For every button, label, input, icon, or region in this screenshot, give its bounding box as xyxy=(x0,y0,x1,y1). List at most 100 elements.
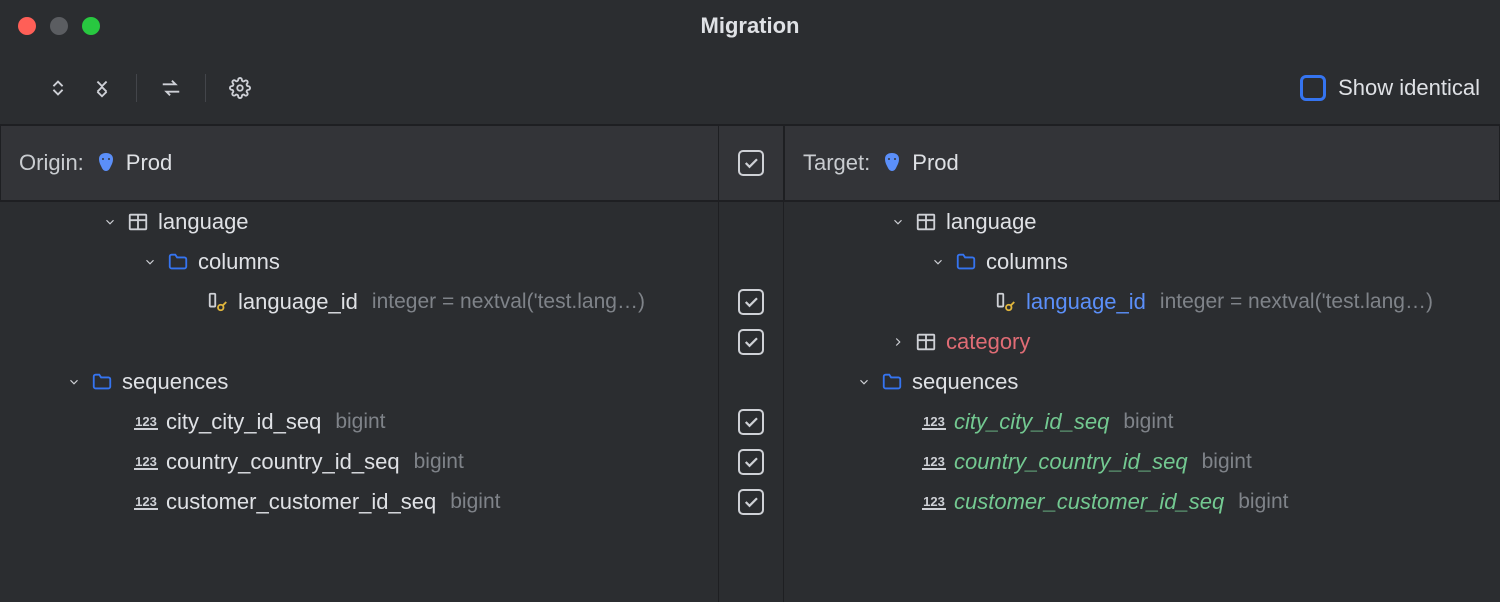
sequence-type: bigint xyxy=(1238,490,1288,514)
tree-row-sequence[interactable]: 123 country_country_id_seq bigint xyxy=(784,442,1500,482)
sequence-name: customer_customer_id_seq xyxy=(954,489,1224,515)
window-minimize-button[interactable] xyxy=(50,17,68,35)
toolbar-left xyxy=(44,74,254,102)
tree-row-folder[interactable]: columns xyxy=(784,242,1500,282)
sequence-type: bigint xyxy=(1123,410,1173,434)
tree-row-sequence[interactable]: 123 city_city_id_seq bigint xyxy=(0,402,718,442)
pane-headers: Origin: Prod Target: Prod xyxy=(0,124,1500,202)
row-checkbox[interactable] xyxy=(738,449,764,475)
show-identical-toggle[interactable]: Show identical xyxy=(1300,75,1480,101)
origin-name: Prod xyxy=(126,150,172,176)
tree-row-sequence[interactable]: 123 customer_customer_id_seq bigint xyxy=(784,482,1500,522)
traffic-lights xyxy=(18,17,100,35)
sequence-name: customer_customer_id_seq xyxy=(166,489,436,515)
column-type: integer = nextval('test.lang…) xyxy=(372,290,645,314)
chevron-down-icon[interactable] xyxy=(928,255,948,269)
table-name: category xyxy=(946,329,1030,355)
tree-row-folder[interactable]: columns xyxy=(0,242,718,282)
show-identical-label: Show identical xyxy=(1338,75,1480,101)
table-icon xyxy=(914,211,938,233)
titlebar: Migration xyxy=(0,0,1500,52)
folder-name: columns xyxy=(198,249,280,275)
tree-row-folder[interactable]: sequences xyxy=(0,362,718,402)
row-checkbox[interactable] xyxy=(738,409,764,435)
target-name: Prod xyxy=(912,150,958,176)
table-name: language xyxy=(158,209,249,235)
target-header: Target: Prod xyxy=(784,125,1500,201)
postgres-icon xyxy=(94,151,118,175)
folder-name: columns xyxy=(986,249,1068,275)
column-name: language_id xyxy=(1026,289,1146,315)
panes: language columns language_id integer = n… xyxy=(0,202,1500,602)
collapse-all-icon[interactable] xyxy=(88,74,116,102)
sequence-name: city_city_id_seq xyxy=(166,409,321,435)
chevron-down-icon[interactable] xyxy=(888,215,908,229)
select-all-checkbox[interactable] xyxy=(738,150,764,176)
mid-spacer xyxy=(719,362,783,402)
column-key-icon xyxy=(206,291,230,313)
mid-spacer xyxy=(719,202,783,242)
toolbar: Show identical xyxy=(0,52,1500,124)
table-icon xyxy=(126,211,150,233)
checkbox-pane xyxy=(718,202,784,602)
toolbar-separator xyxy=(136,74,137,102)
mid-checkbox-row xyxy=(719,282,783,322)
sequence-name: city_city_id_seq xyxy=(954,409,1109,435)
target-label: Target: xyxy=(803,150,870,176)
tree-row-sequence[interactable]: 123 customer_customer_id_seq bigint xyxy=(0,482,718,522)
sequence-name: country_country_id_seq xyxy=(166,449,400,475)
sequence-icon: 123 xyxy=(134,415,158,430)
spacer-row xyxy=(0,322,718,362)
folder-icon xyxy=(880,371,904,393)
tree-row-table[interactable]: category xyxy=(784,322,1500,362)
tree-row-table[interactable]: language xyxy=(0,202,718,242)
chevron-down-icon[interactable] xyxy=(140,255,160,269)
row-checkbox[interactable] xyxy=(738,489,764,515)
tree-row-column[interactable]: language_id integer = nextval('test.lang… xyxy=(784,282,1500,322)
sequence-type: bigint xyxy=(335,410,385,434)
sequence-icon: 123 xyxy=(134,455,158,470)
chevron-right-icon[interactable] xyxy=(888,335,908,349)
expand-all-icon[interactable] xyxy=(44,74,72,102)
header-mid-checkbox-cell xyxy=(718,125,784,201)
window-maximize-button[interactable] xyxy=(82,17,100,35)
show-identical-checkbox[interactable] xyxy=(1300,75,1326,101)
sequence-icon: 123 xyxy=(922,415,946,430)
tree-row-column[interactable]: language_id integer = nextval('test.lang… xyxy=(0,282,718,322)
folder-icon xyxy=(954,251,978,273)
tree-row-folder[interactable]: sequences xyxy=(784,362,1500,402)
table-icon xyxy=(914,331,938,353)
column-name: language_id xyxy=(238,289,358,315)
window-title: Migration xyxy=(701,13,800,39)
sequence-type: bigint xyxy=(1202,450,1252,474)
column-type: integer = nextval('test.lang…) xyxy=(1160,290,1433,314)
chevron-down-icon[interactable] xyxy=(100,215,120,229)
gear-icon[interactable] xyxy=(226,74,254,102)
chevron-down-icon[interactable] xyxy=(64,375,84,389)
sequence-icon: 123 xyxy=(922,455,946,470)
tree-row-sequence[interactable]: 123 country_country_id_seq bigint xyxy=(0,442,718,482)
folder-name: sequences xyxy=(912,369,1018,395)
window-close-button[interactable] xyxy=(18,17,36,35)
mid-checkbox-row xyxy=(719,322,783,362)
folder-icon xyxy=(90,371,114,393)
mid-checkbox-row xyxy=(719,402,783,442)
row-checkbox[interactable] xyxy=(738,289,764,315)
table-name: language xyxy=(946,209,1037,235)
tree-row-sequence[interactable]: 123 city_city_id_seq bigint xyxy=(784,402,1500,442)
sequence-type: bigint xyxy=(450,490,500,514)
mid-spacer xyxy=(719,242,783,282)
folder-icon xyxy=(166,251,190,273)
sequence-icon: 123 xyxy=(134,495,158,510)
sequence-icon: 123 xyxy=(922,495,946,510)
postgres-icon xyxy=(880,151,904,175)
folder-name: sequences xyxy=(122,369,228,395)
swap-icon[interactable] xyxy=(157,74,185,102)
origin-header: Origin: Prod xyxy=(0,125,718,201)
mid-checkbox-row xyxy=(719,442,783,482)
row-checkbox[interactable] xyxy=(738,329,764,355)
sequence-type: bigint xyxy=(414,450,464,474)
tree-row-table[interactable]: language xyxy=(784,202,1500,242)
origin-label: Origin: xyxy=(19,150,84,176)
chevron-down-icon[interactable] xyxy=(854,375,874,389)
